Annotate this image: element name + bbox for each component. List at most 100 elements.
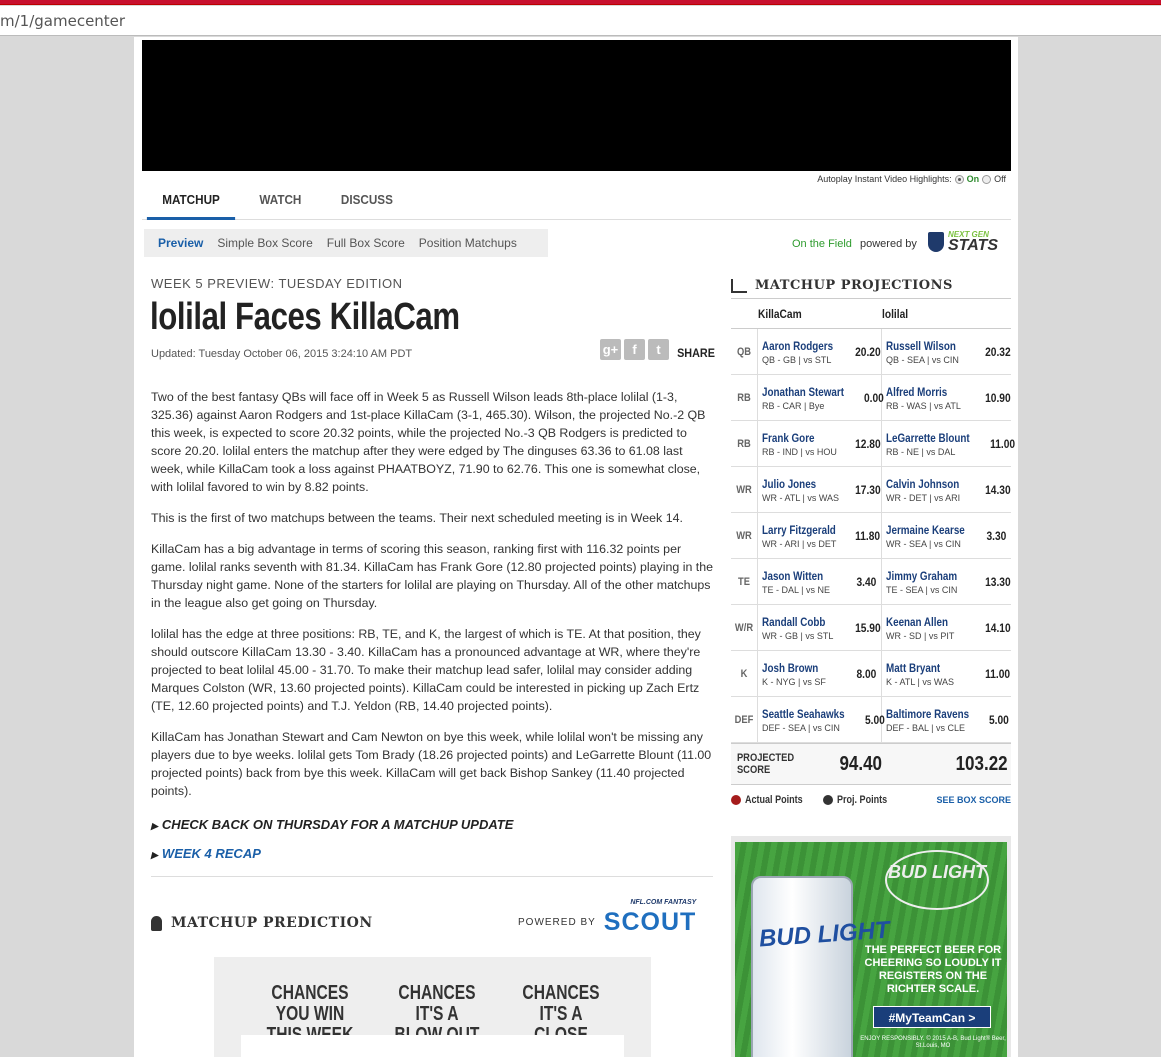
advertisement[interactable]: BUD LIGHT BUD LIGHT THE PERFECT BEER FOR… [731, 836, 1011, 1057]
myteamcan-button[interactable]: #MyTeamCan > [873, 1006, 991, 1028]
player-name[interactable]: Jermaine Kearse [886, 523, 966, 537]
facebook-icon[interactable]: f [624, 338, 645, 360]
player-name[interactable]: LeGarrette Blount [886, 431, 970, 445]
scout-wordmark: SCOUT [603, 908, 697, 936]
tab-watch[interactable]: WATCH [244, 184, 317, 220]
subtab-preview[interactable]: Preview [144, 236, 210, 250]
player-points: 8.00 [856, 666, 877, 681]
player-detail: K - ATL | vs WAS [886, 676, 955, 687]
player-name[interactable]: Jonathan Stewart [762, 385, 844, 399]
projections-teams: KillaCam lolilal [731, 299, 1011, 329]
player-points: 5.00 [864, 712, 885, 727]
ngs-stats: STATS [948, 237, 999, 254]
player-name[interactable]: Jason Witten [762, 569, 837, 583]
player-points: 15.90 [855, 620, 881, 635]
autoplay-off-label[interactable]: Off [994, 174, 1006, 184]
player-points: 12.80 [855, 436, 881, 451]
tab-matchup[interactable]: MATCHUP [146, 184, 236, 220]
player-name[interactable]: Matt Bryant [886, 661, 966, 675]
subtab-simple-box-score[interactable]: Simple Box Score [210, 236, 319, 250]
projected-score-label: PROJECTED SCORE [736, 752, 795, 776]
subtab-position-matchups[interactable]: Position Matchups [412, 236, 524, 250]
player-points: 10.90 [985, 390, 1011, 405]
team-2-player: Keenan Allen WR - SD | vs PIT 14.10 [881, 605, 1011, 650]
autoplay-on-radio[interactable] [954, 174, 964, 184]
player-name[interactable]: Seattle Seahawks [762, 707, 845, 721]
week-4-recap-link[interactable]: ▶ WEEK 4 RECAP [151, 846, 261, 861]
player-name[interactable]: Russell Wilson [886, 339, 966, 353]
player-name[interactable]: Calvin Johnson [886, 477, 966, 491]
position-label: TE [738, 575, 750, 588]
autoplay-off-radio[interactable] [982, 174, 992, 184]
twitter-icon[interactable]: t [648, 338, 669, 360]
player-name[interactable]: Alfred Morris [886, 385, 966, 399]
projection-row: DEF Seattle Seahawks DEF - SEA | vs CIN 5.0… [731, 697, 1011, 743]
projection-row: RB Frank Gore RB - IND | vs HOU 12.80 LeGarr… [731, 421, 1015, 467]
main-tabs: MATCHUP WATCH DISCUSS [142, 184, 1011, 220]
matchup-prediction-text: MATCHUP PREDICTION [171, 915, 373, 931]
subtab-full-box-score[interactable]: Full Box Score [320, 236, 412, 250]
team-1-name[interactable]: KillaCam [758, 307, 863, 321]
team-1-player: Jason Witten TE - DAL | vs NE 3.40 [757, 559, 881, 604]
article-headline: lolilal Faces KillaCam [150, 296, 460, 338]
projection-row: WR Larry Fitzgerald WR - ARI | vs DET 11.80… [731, 513, 1011, 559]
player-points: 11.00 [985, 666, 1011, 681]
address-bar[interactable]: m/1/gamecenter [0, 6, 1161, 36]
week-4-recap-text[interactable]: WEEK 4 RECAP [162, 846, 261, 861]
actual-points-label: Actual Points [745, 794, 803, 806]
team-2-player: Jermaine Kearse WR - SEA | vs CIN 3.30 [881, 513, 1011, 558]
player-name[interactable]: Randall Cobb [762, 615, 837, 629]
player-name[interactable]: Frank Gore [762, 431, 837, 445]
player-points: 20.32 [985, 344, 1011, 359]
position-label: QB [736, 345, 752, 358]
nfl-fantasy-label: NFL.COM FANTASY [630, 899, 697, 906]
line-chart-icon [731, 278, 747, 293]
url-text[interactable]: m/1/gamecenter [0, 12, 125, 30]
team-1-projected-score: 94.40 [839, 752, 883, 775]
player-name[interactable]: Josh Brown [762, 661, 837, 675]
projection-row: WR Julio Jones WR - ATL | vs WAS 17.30 Calvi… [731, 467, 1011, 513]
check-back-link[interactable]: ▶ CHECK BACK ON THURSDAY FOR A MATCHUP UP… [151, 817, 513, 832]
player-points: 13.30 [985, 574, 1011, 589]
player-points: 5.00 [989, 712, 1010, 727]
player-detail: WR - SD | vs PIT [886, 630, 955, 641]
on-the-field-link[interactable]: On the Field [792, 238, 852, 250]
position-label: W/R [734, 621, 754, 634]
ad-creative[interactable]: BUD LIGHT BUD LIGHT THE PERFECT BEER FOR… [735, 842, 1007, 1057]
actual-points-dot [731, 795, 741, 805]
check-back-text[interactable]: CHECK BACK ON THURSDAY FOR A MATCHUP UPD… [162, 817, 513, 832]
position-label: K [740, 667, 748, 680]
proj-points-label: Proj. Points [837, 794, 888, 806]
tab-discuss[interactable]: DISCUSS [325, 184, 408, 220]
section-divider [151, 876, 713, 877]
chances-gauges [241, 1035, 624, 1057]
player-points: 3.30 [986, 528, 1007, 543]
player-detail: RB - NE | vs DAL [886, 446, 956, 457]
player-name[interactable]: Baltimore Ravens [886, 707, 969, 721]
team-2-name[interactable]: lolilal [882, 307, 908, 321]
player-name[interactable]: Aaron Rodgers [762, 339, 837, 353]
ad-fine-print: ENJOY RESPONSIBLY. © 2015 A-B, Bud Light… [860, 1036, 1006, 1049]
player-points: 14.30 [985, 482, 1011, 497]
see-box-score-link[interactable]: SEE BOX SCORE [936, 795, 1011, 805]
player-detail: WR - SEA | vs CIN [886, 538, 961, 549]
player-name[interactable]: Julio Jones [762, 477, 837, 491]
player-points: 3.40 [856, 574, 877, 589]
google-plus-icon[interactable]: g+ [600, 338, 621, 360]
player-name[interactable]: Keenan Allen [886, 615, 966, 629]
team-1-player: Jonathan Stewart RB - CAR | Bye 0.00 [757, 375, 884, 420]
projection-row: QB Aaron Rodgers QB - GB | vs STL 20.20 Russ… [731, 329, 1011, 375]
projections-title: MATCHUP PROJECTIONS [755, 278, 953, 293]
team-2-player: Matt Bryant K - ATL | vs WAS 11.00 [881, 651, 1011, 696]
team-1-player: Seattle Seahawks DEF - SEA | vs CIN 5.00 [757, 697, 885, 742]
player-detail: WR - ARI | vs DET [762, 538, 837, 549]
player-name[interactable]: Larry Fitzgerald [762, 523, 837, 537]
points-legend: Actual Points Proj. Points SEE BOX SCORE [731, 794, 1011, 806]
player-name[interactable]: Jimmy Graham [886, 569, 966, 583]
autoplay-on-label[interactable]: On [967, 174, 980, 184]
next-gen-stats-logo: NEXT GEN STATS [928, 231, 999, 254]
player-points: 11.80 [855, 528, 881, 543]
projections-header: MATCHUP PROJECTIONS [731, 273, 1011, 299]
video-player[interactable] [142, 40, 1011, 171]
article-kicker: WEEK 5 PREVIEW: TUESDAY EDITION [151, 276, 403, 291]
